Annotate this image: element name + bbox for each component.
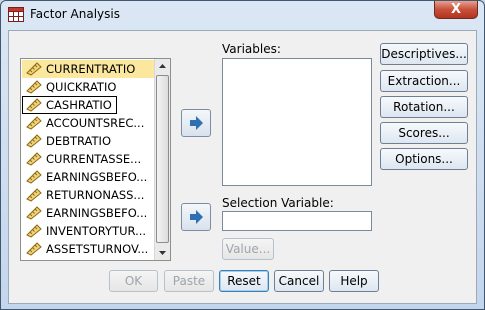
list-item-label: DEBTRATIO: [46, 134, 112, 148]
list-item-label: CASHRATIO: [46, 98, 112, 112]
move-to-selection-button[interactable]: [181, 203, 211, 231]
scale-ruler-icon: [26, 206, 42, 220]
list-item[interactable]: RETURNONASS...: [22, 186, 155, 204]
list-item[interactable]: CURRENTASSE...: [22, 150, 155, 168]
list-item[interactable]: CASHRATIO: [22, 96, 117, 114]
title-bar[interactable]: Factor Analysis X: [1, 1, 484, 29]
scores-button[interactable]: Scores...: [380, 122, 468, 144]
scale-ruler-icon: [26, 116, 42, 130]
list-item-label: QUICKRATIO: [46, 80, 117, 94]
variables-target-list[interactable]: [222, 58, 372, 186]
value-button[interactable]: Value...: [222, 238, 274, 260]
ok-button[interactable]: OK: [109, 270, 158, 292]
scale-ruler-icon: [26, 80, 42, 94]
cancel-button[interactable]: Cancel: [274, 270, 324, 292]
scale-ruler-icon: [26, 62, 42, 76]
options-button[interactable]: Options...: [380, 148, 468, 170]
scale-ruler-icon: [26, 152, 42, 166]
list-scrollbar[interactable]: [154, 59, 170, 260]
list-item-label: INVENTORYTUR...: [46, 224, 147, 238]
list-item[interactable]: EARNINGSBEFO...: [22, 168, 155, 186]
list-item-label: RETURNONASS...: [46, 188, 145, 202]
close-button[interactable]: X: [434, 1, 478, 19]
source-variable-list[interactable]: CURRENTRATIO QUICKRATIO CASHRATIO ACCOUNTSR…: [20, 58, 171, 261]
help-button[interactable]: Help: [329, 270, 379, 292]
list-item[interactable]: EARNINGSBEFO...: [22, 204, 155, 222]
extraction-button[interactable]: Extraction...: [380, 70, 468, 92]
list-item[interactable]: ASSETSTURNOV...: [22, 240, 155, 258]
close-icon: X: [450, 2, 462, 17]
scale-ruler-icon: [26, 224, 42, 238]
scale-ruler-icon: [26, 170, 42, 184]
selection-variable-label: Selection Variable:: [222, 196, 334, 210]
list-item-label: EARNINGSBEFO...: [46, 206, 148, 220]
list-item-label: CURRENTASSE...: [46, 152, 142, 166]
move-to-variables-button[interactable]: [181, 109, 211, 137]
list-item[interactable]: ACCOUNTSREC...: [22, 114, 155, 132]
list-item[interactable]: DEBTRATIO: [22, 132, 155, 150]
window-title: Factor Analysis: [30, 7, 120, 21]
reset-button[interactable]: Reset: [219, 270, 269, 292]
scale-ruler-icon: [26, 188, 42, 202]
variables-label: Variables:: [222, 42, 281, 56]
scale-ruler-icon: [26, 134, 42, 148]
move-arrow-icon: [190, 210, 203, 224]
scroll-up-arrow-icon[interactable]: [155, 59, 170, 74]
move-arrow-icon: [190, 116, 203, 130]
spss-app-icon: [8, 7, 24, 22]
list-item-label: ACCOUNTSREC...: [46, 116, 145, 130]
list-item[interactable]: CURRENTRATIO: [22, 60, 155, 78]
scale-ruler-icon: [26, 242, 42, 256]
list-item-label: EARNINGSBEFO...: [46, 170, 148, 184]
list-item[interactable]: QUICKRATIO: [22, 78, 155, 96]
list-item[interactable]: INVENTORYTUR...: [22, 222, 155, 240]
scroll-thumb[interactable]: [156, 75, 169, 243]
dialog-client-area: CURRENTRATIO QUICKRATIO CASHRATIO ACCOUNTSR…: [8, 30, 477, 304]
factor-analysis-dialog: Factor Analysis X CURRENTRATIO QUICKRATIO…: [0, 0, 485, 310]
rotation-button[interactable]: Rotation...: [380, 96, 468, 118]
selection-variable-field[interactable]: [222, 211, 372, 231]
list-item-label: ASSETSTURNOV...: [46, 242, 149, 256]
descriptives-button[interactable]: Descriptives...: [380, 43, 468, 65]
scale-ruler-icon: [26, 98, 42, 112]
scroll-down-arrow-icon[interactable]: [155, 245, 170, 260]
list-item-label: CURRENTRATIO: [46, 62, 136, 76]
paste-button[interactable]: Paste: [164, 270, 214, 292]
